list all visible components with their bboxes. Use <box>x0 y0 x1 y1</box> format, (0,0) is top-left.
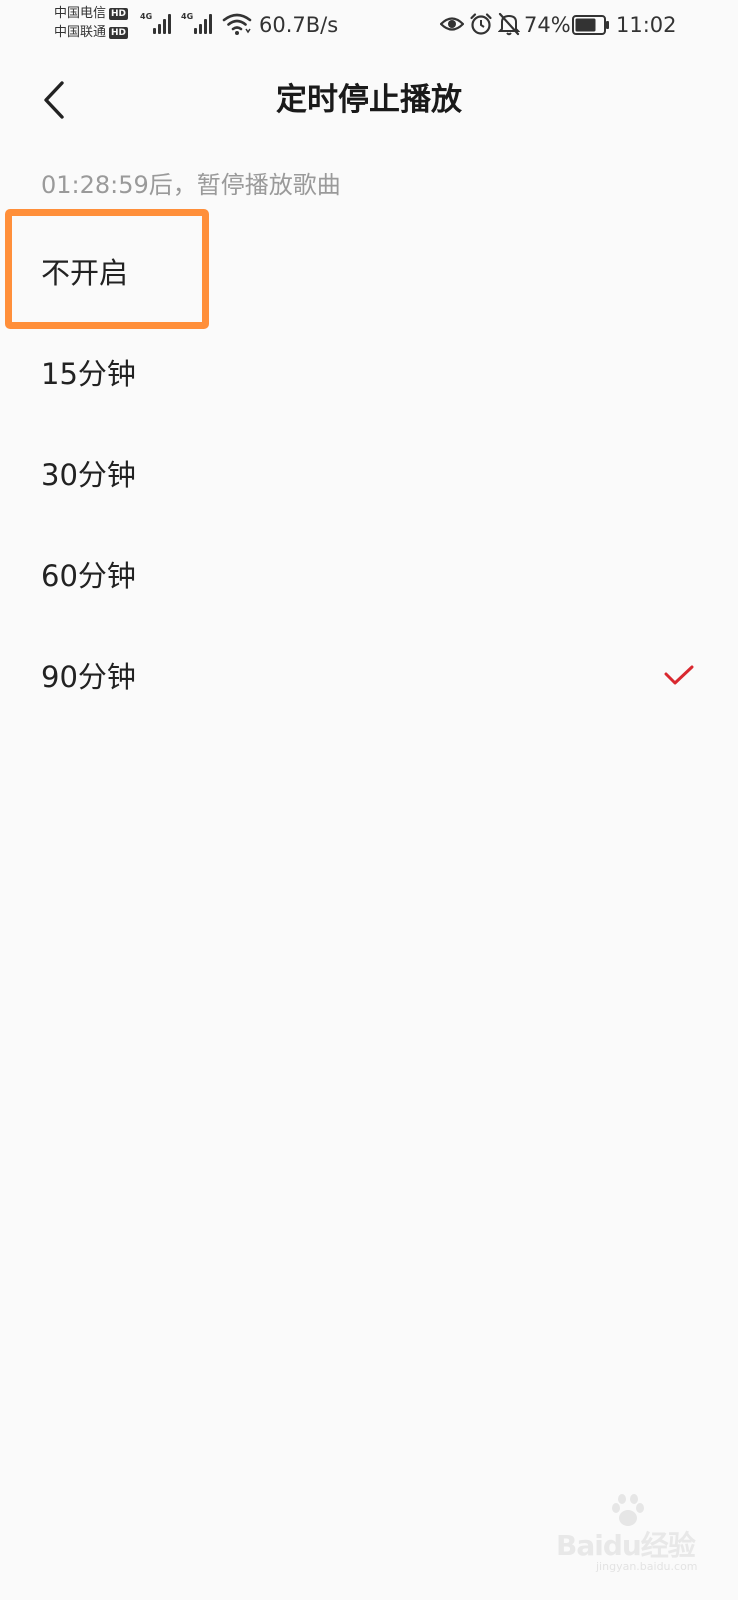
hd-badge: HD <box>109 7 129 20</box>
signal-type-label: 4G <box>140 12 153 21</box>
option-label: 90分钟 <box>41 659 136 694</box>
signal-type-label: 4G <box>181 12 194 21</box>
option-label: 不开启 <box>41 255 129 290</box>
battery-percent: 74% <box>524 13 571 37</box>
timer-option-list: 不开启 15分钟 30分钟 60分钟 90分钟 <box>0 222 738 727</box>
timer-option-60min[interactable]: 60分钟 <box>0 525 738 626</box>
page-title: 定时停止播放 <box>276 82 462 118</box>
option-label: 60分钟 <box>41 558 136 593</box>
signal-strength-1: 4G <box>140 12 172 34</box>
eye-icon <box>440 17 464 31</box>
signal-strength-2: 4G <box>181 12 213 34</box>
paw-logo-icon <box>612 1494 644 1526</box>
battery-icon <box>572 15 609 35</box>
timer-option-30min[interactable]: 30分钟 <box>0 424 738 525</box>
wifi-icon <box>222 13 252 35</box>
watermark-url: jingyan.baidu.com <box>596 1560 698 1573</box>
hd-badge: HD <box>109 26 129 39</box>
carrier-info: 中国电信 HD 中国联通 HD <box>54 4 129 42</box>
watermark-brand: Baidu经验 <box>556 1529 696 1562</box>
carrier-name-2: 中国联通 <box>54 25 107 40</box>
timer-option-90min[interactable]: 90分钟 <box>0 626 738 727</box>
network-speed: 60.7B/s <box>259 13 339 37</box>
option-label: 15分钟 <box>41 356 136 391</box>
signal-bars-icon <box>194 12 213 34</box>
status-clock: 11:02 <box>616 13 677 37</box>
carrier-name-1: 中国电信 <box>54 6 107 21</box>
bell-off-icon <box>498 12 520 36</box>
timer-option-15min[interactable]: 15分钟 <box>0 323 738 424</box>
timer-option-off[interactable]: 不开启 <box>0 222 738 323</box>
baidu-watermark: Baidu经验 jingyan.baidu.com <box>556 1494 706 1574</box>
option-label: 30分钟 <box>41 457 136 492</box>
status-bar: 中国电信 HD 中国联通 HD 4G 4G 60.7B/s 74% 11:02 <box>0 0 738 52</box>
countdown-status-text: 01:28:59后，暂停播放歌曲 <box>41 171 341 199</box>
check-icon <box>664 665 694 684</box>
back-button[interactable] <box>28 74 80 126</box>
back-arrow-icon <box>44 81 64 119</box>
signal-bars-icon <box>153 12 172 34</box>
alarm-icon <box>470 13 492 35</box>
